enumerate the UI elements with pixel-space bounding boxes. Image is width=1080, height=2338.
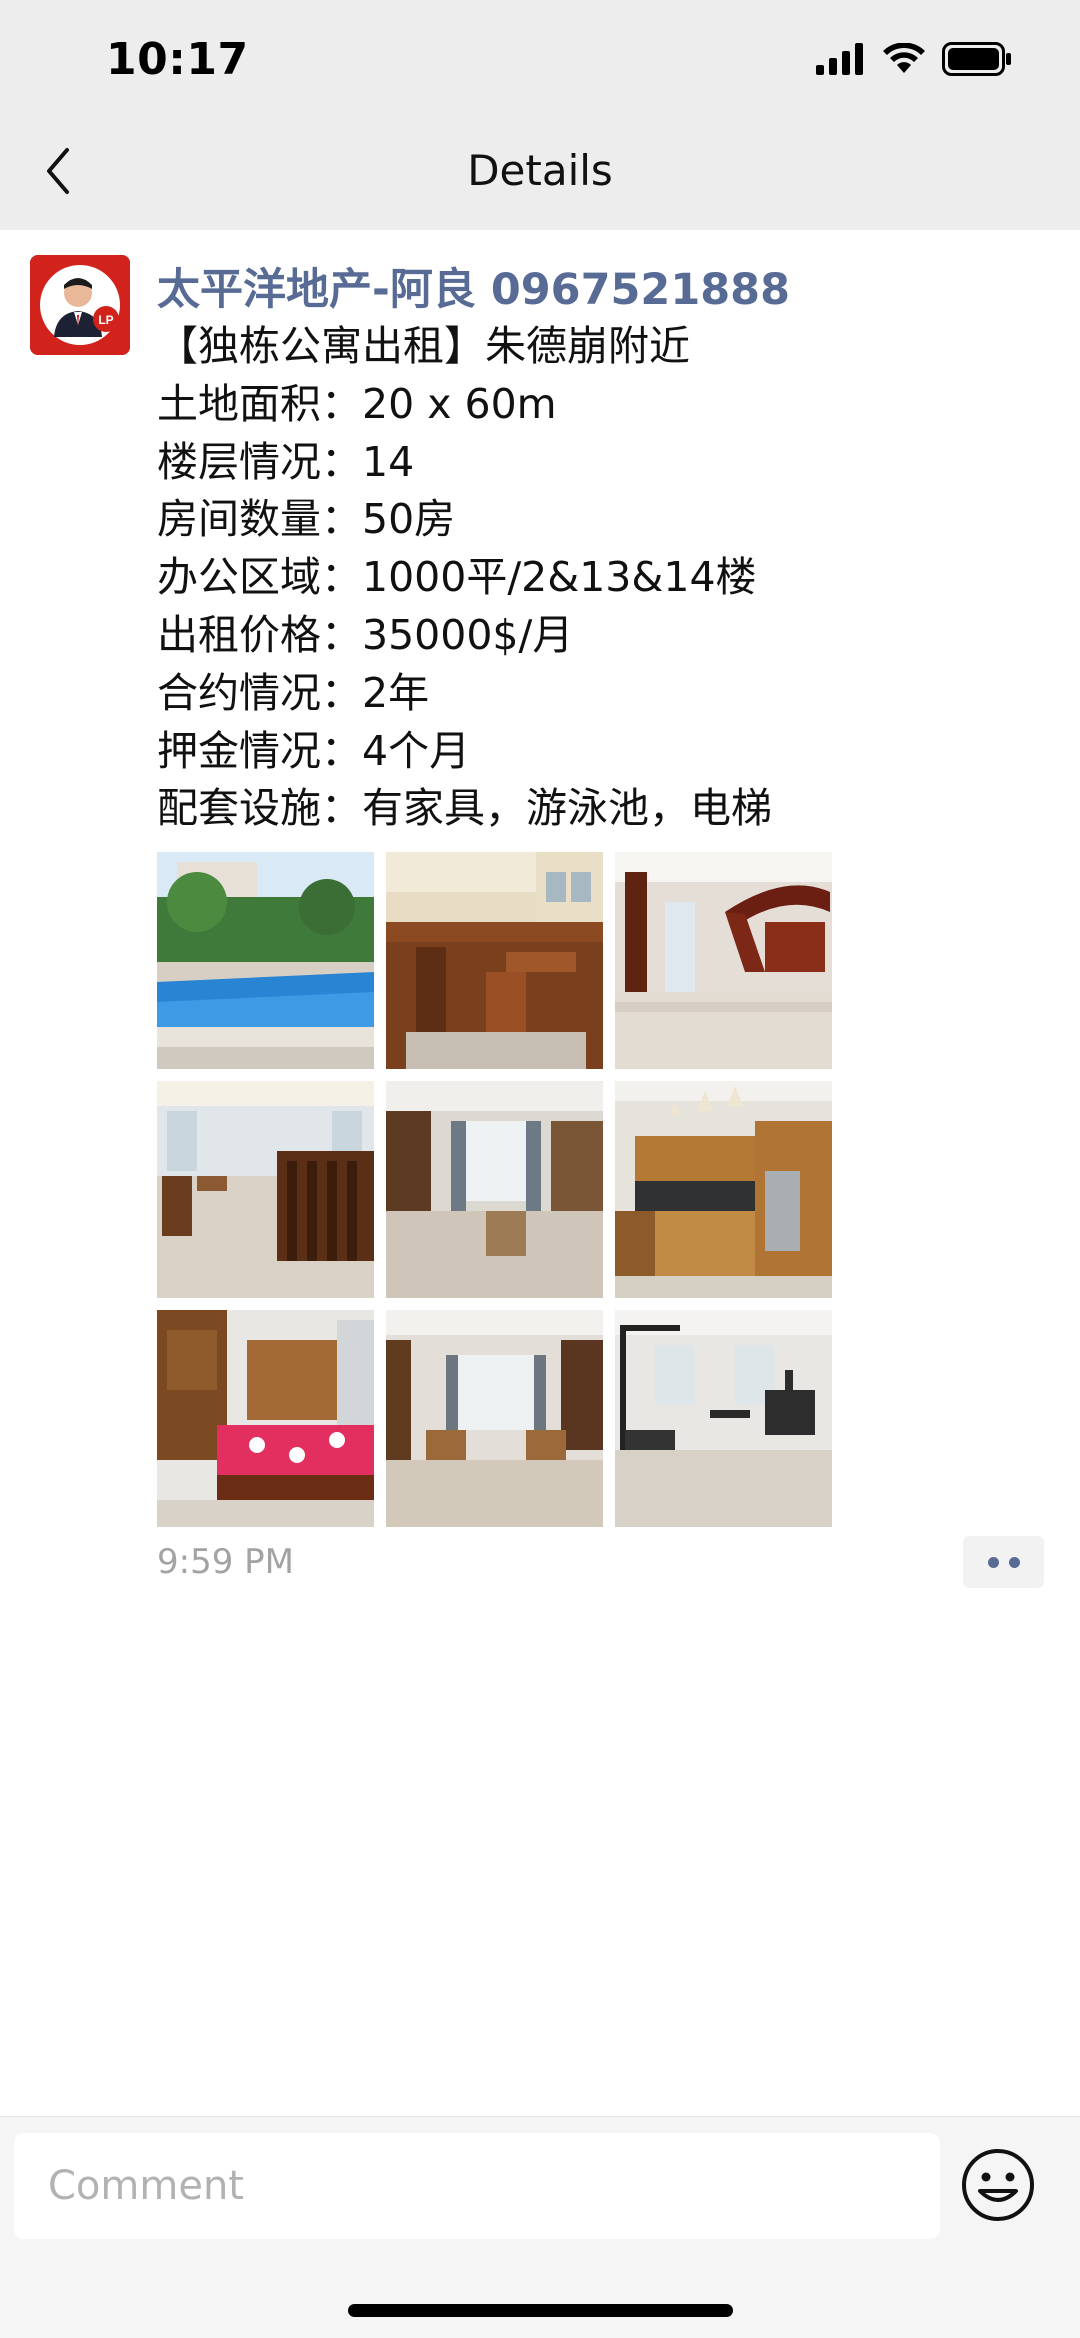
living-room-photo[interactable] xyxy=(386,1081,603,1298)
spiral-staircase-lobby-photo[interactable] xyxy=(615,852,832,1069)
sofa-lounge-photo[interactable] xyxy=(386,1310,603,1527)
post-line-deposit: 押金情况：4个月 xyxy=(157,726,471,775)
status-time: 10:17 xyxy=(106,34,249,85)
page-title: Details xyxy=(467,146,613,195)
author-name[interactable]: 太平洋地产-阿良 0967521888 xyxy=(157,255,790,317)
wifi-icon xyxy=(882,42,926,79)
post-line-title: 【独栋公寓出租】朱德崩附近 xyxy=(157,322,690,370)
more-dots-icon xyxy=(1008,1556,1020,1568)
signal-icon xyxy=(816,43,866,79)
post-line-rooms: 房间数量：50房 xyxy=(157,495,456,544)
home-indicator xyxy=(348,2304,733,2317)
dining-hall-photo[interactable] xyxy=(157,1081,374,1298)
smiley-icon xyxy=(960,2149,1036,2227)
post-line-land-area: 土地面积：20 x 60m xyxy=(157,379,557,428)
emoji-button[interactable] xyxy=(960,2147,1036,2223)
photo-grid xyxy=(157,852,833,1528)
bedroom-photo[interactable] xyxy=(157,1310,374,1527)
avatar[interactable]: LP xyxy=(30,255,130,355)
kitchen-photo[interactable] xyxy=(615,1081,832,1298)
comment-input[interactable] xyxy=(14,2133,940,2239)
post-line-contract: 合约情况：2年 xyxy=(157,668,430,717)
gym-photo[interactable] xyxy=(615,1310,832,1527)
status-icons xyxy=(816,38,1012,84)
comment-bar xyxy=(0,2116,1080,2338)
post-line-rent-price: 出租价格：35000$/月 xyxy=(157,610,574,659)
wooden-staircase-photo[interactable] xyxy=(386,852,603,1069)
top-area: 10:17 Details xyxy=(0,0,1080,230)
pool-photo[interactable] xyxy=(157,852,374,1069)
post-line-facilities: 配套设施：有家具，游泳池，电梯 xyxy=(157,784,772,833)
post-text: 【独栋公寓出租】朱德崩附近 土地面积：20 x 60m 楼层情况：14 房间数量… xyxy=(157,318,1037,838)
avatar-badge-text: LP xyxy=(98,313,113,327)
post-timestamp: 9:59 PM xyxy=(157,1542,294,1582)
more-dots-icon xyxy=(987,1556,999,1568)
more-button[interactable] xyxy=(963,1536,1044,1588)
post-line-office-area: 办公区域：1000平/2&13&14楼 xyxy=(157,553,757,602)
battery-icon xyxy=(942,42,1012,80)
post-line-floors: 楼层情况：14 xyxy=(157,437,415,486)
